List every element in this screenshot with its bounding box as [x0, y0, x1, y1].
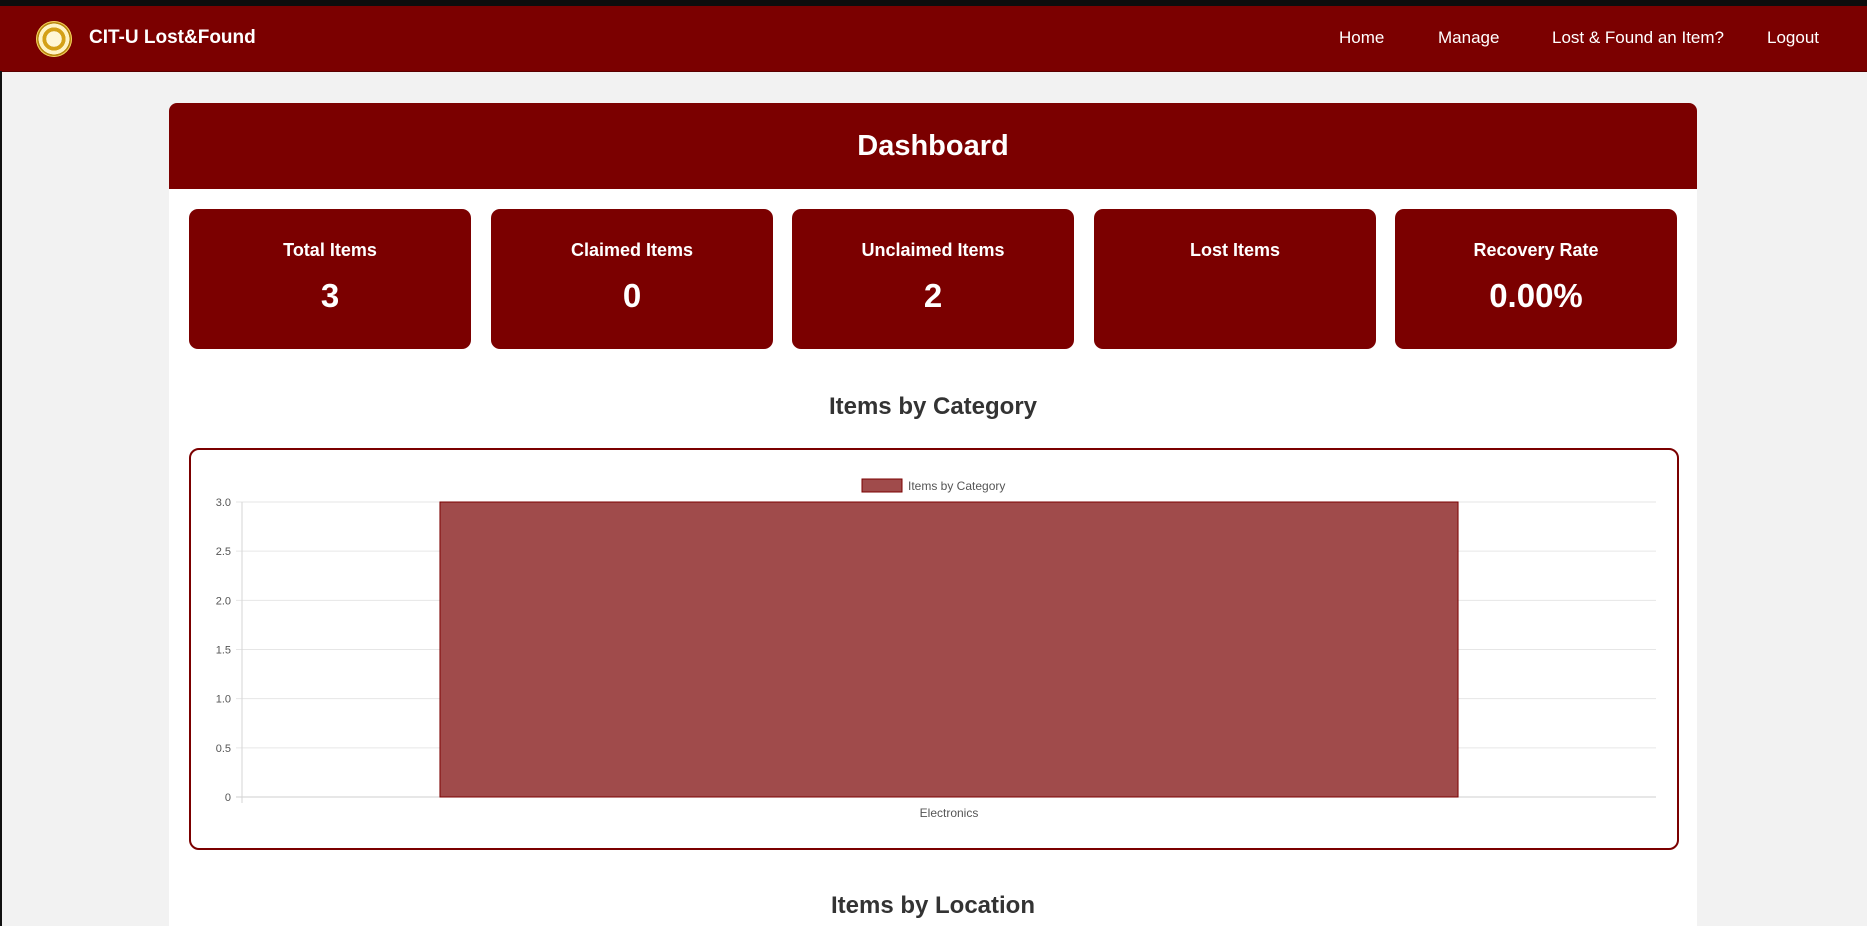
stat-card-unclaimed-items: Unclaimed Items 2: [792, 209, 1074, 349]
nav-lost-found-link[interactable]: Lost & Found an Item?: [1552, 28, 1724, 48]
window-left-edge: [0, 71, 2, 926]
brand-title[interactable]: CIT-U Lost&Found: [89, 27, 256, 49]
items-by-category-heading: Items by Category: [828, 393, 1038, 420]
y-tick-label: 1.0: [216, 694, 231, 706]
y-tick-label: 2.0: [216, 595, 231, 607]
legend-label[interactable]: Items by Category: [908, 479, 1005, 493]
legend-swatch[interactable]: [861, 478, 903, 493]
x-tick-label: Electronics: [920, 806, 979, 820]
bar-electronics[interactable]: [439, 501, 1459, 798]
stat-label: Recovery Rate: [1473, 240, 1599, 260]
stat-label: Claimed Items: [570, 240, 694, 260]
stat-card-recovery-rate: Recovery Rate 0.00%: [1395, 209, 1677, 349]
stat-label: Lost Items: [1189, 240, 1281, 260]
bar-chart-svg: 0 0.5 1.0 1.5 2.0 2.5 3.0 Electronics Items by …: [216, 478, 1656, 820]
stat-card-claimed-items: Claimed Items 0: [491, 209, 773, 349]
y-tick-label: 2.5: [216, 546, 231, 558]
stat-value: 3: [320, 277, 340, 314]
nav-logout-link[interactable]: Logout: [1767, 28, 1819, 48]
y-tick-label: 0.5: [216, 743, 231, 755]
navbar: CIT-U Lost&Found Home Manage Lost & Foun…: [0, 6, 1867, 72]
nav-home-link[interactable]: Home: [1339, 28, 1384, 48]
stat-card-total-items: Total Items 3: [189, 209, 471, 349]
dashboard-container: Dashboard Total Items 3 Claimed Items 0 …: [169, 103, 1697, 926]
y-tick-label: 0: [225, 792, 231, 804]
items-by-category-chart: 0 0.5 1.0 1.5 2.0 2.5 3.0 Electronics Items by …: [189, 448, 1679, 850]
stat-value: 0: [622, 277, 642, 314]
items-by-location-heading: Items by Location: [830, 892, 1036, 919]
y-tick-label: 1.5: [216, 645, 231, 657]
y-tick-label: 3.0: [216, 497, 231, 509]
stat-value: 0.00%: [1489, 277, 1583, 314]
stat-card-lost-items: Lost Items: [1094, 209, 1376, 349]
stat-value: 2: [923, 277, 943, 314]
stat-label: Total Items: [283, 240, 377, 260]
page-title: Dashboard: [169, 103, 1697, 189]
nav-manage-link[interactable]: Manage: [1438, 28, 1499, 48]
stat-label: Unclaimed Items: [861, 240, 1005, 260]
university-seal-logo[interactable]: [36, 21, 72, 57]
